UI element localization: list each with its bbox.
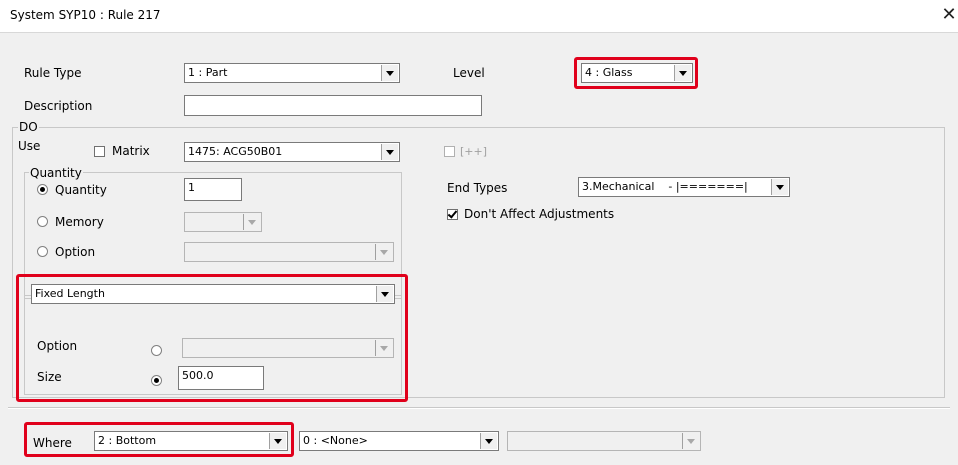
chevron-down-icon [480, 433, 497, 449]
where-secondary-select[interactable]: 0 : <None> [299, 431, 499, 451]
quantity-value: 1 [188, 181, 195, 194]
rule-type-label: Rule Type [24, 66, 82, 80]
rule-type-select[interactable]: 1 : Part [184, 63, 400, 83]
memory-radio-label: Memory [55, 215, 104, 229]
rule-dialog: Rule Type 1 : Part Level 4 : Glass Descr… [0, 32, 958, 465]
end-types-label: End Types [447, 181, 508, 195]
use-label: Use [18, 139, 41, 153]
chevron-down-icon [381, 65, 398, 81]
do-group-title: DO [18, 120, 39, 134]
plusplus-label: [++] [460, 145, 488, 158]
plusplus-checkbox[interactable] [444, 146, 455, 157]
chevron-down-icon [243, 214, 260, 230]
option-select[interactable] [184, 242, 394, 262]
part-select[interactable]: 1475: ACG50B01 [184, 142, 400, 162]
matrix-label: Matrix [112, 144, 150, 158]
end-types-value: 3.Mechanical - |=======| [582, 180, 748, 193]
chevron-down-icon [375, 244, 392, 260]
chevron-down-icon [381, 144, 398, 160]
chevron-down-icon [682, 433, 699, 449]
quantity-radio-label: Quantity [55, 183, 107, 197]
level-label: Level [453, 66, 485, 80]
option-radio[interactable] [37, 246, 48, 257]
quantity-radio[interactable] [37, 184, 48, 195]
where-tertiary-select[interactable] [507, 431, 701, 451]
description-field[interactable] [184, 95, 482, 116]
rule-type-value: 1 : Part [188, 66, 228, 79]
option-radio-label: Option [55, 245, 96, 259]
close-icon[interactable]: ✕ [940, 4, 958, 26]
matrix-checkbox[interactable] [94, 146, 105, 157]
separator [8, 407, 950, 409]
dont-affect-checkbox[interactable] [447, 209, 458, 220]
description-label: Description [24, 99, 93, 113]
quantity-group-title: Quantity [29, 166, 83, 180]
where-highlight [24, 422, 294, 457]
title-bar: System SYP10 : Rule 217 ✕ [0, 0, 958, 32]
length-highlight [16, 274, 408, 402]
chevron-down-icon [771, 179, 788, 195]
level-highlight [574, 57, 698, 89]
part-value: 1475: ACG50B01 [188, 145, 283, 158]
dont-affect-label: Don't Affect Adjustments [464, 207, 615, 221]
where-secondary-value: 0 : <None> [303, 434, 368, 447]
window-title: System SYP10 : Rule 217 [10, 8, 161, 22]
end-types-select[interactable]: 3.Mechanical - |=======| [578, 177, 790, 197]
memory-radio[interactable] [37, 216, 48, 227]
memory-select[interactable] [184, 212, 262, 232]
quantity-field[interactable]: 1 [184, 178, 242, 201]
